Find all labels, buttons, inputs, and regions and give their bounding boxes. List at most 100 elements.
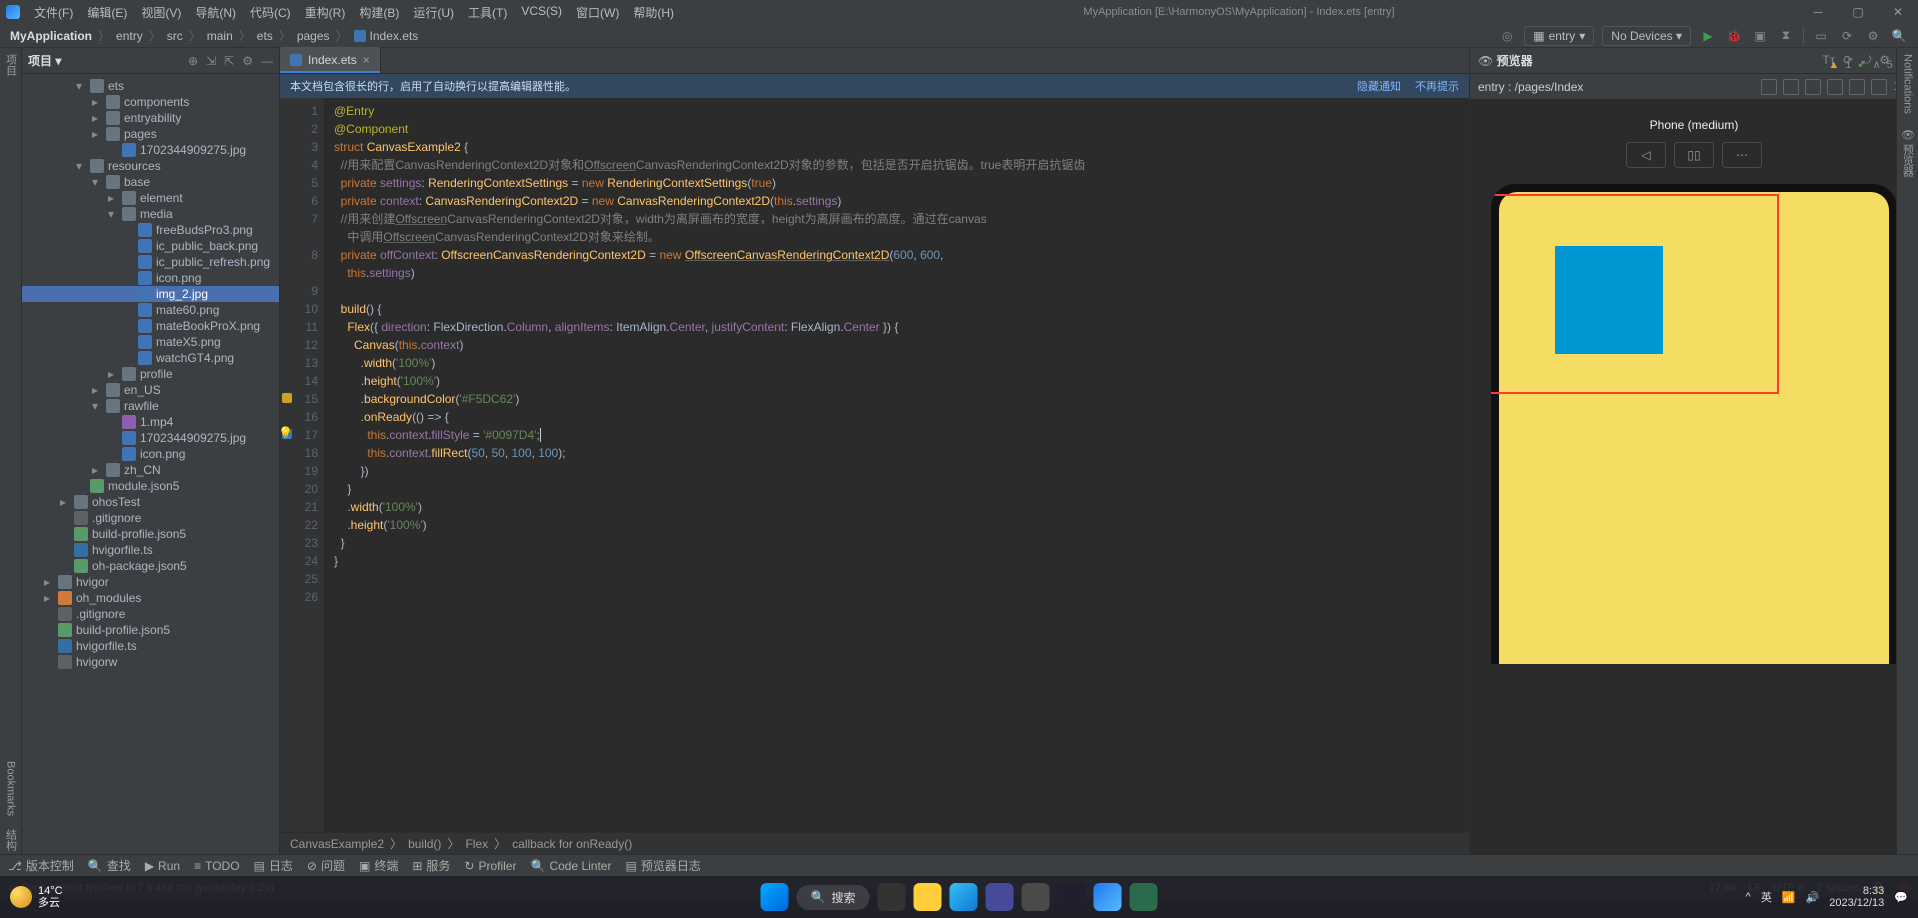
tree-node[interactable]: freeBudsPro3.png	[22, 222, 279, 238]
datagrip-icon[interactable]	[1129, 883, 1157, 911]
menu-view[interactable]: 视图(V)	[135, 4, 187, 21]
structure-stripe-button[interactable]: 结构	[3, 829, 19, 854]
terminal-icon[interactable]	[1021, 883, 1049, 911]
tree-node[interactable]: ▾media	[22, 206, 279, 222]
menu-file[interactable]: 文件(F)	[28, 4, 79, 21]
tree-node[interactable]: ▾base	[22, 174, 279, 190]
crumb-struct[interactable]: CanvasExample2	[290, 837, 384, 851]
bottom-todo[interactable]: ≡TODO	[194, 859, 239, 873]
tree-node[interactable]: ▸pages	[22, 126, 279, 142]
bottom-services[interactable]: ⊞服务	[412, 857, 450, 874]
tray-volume-icon[interactable]: 🔊	[1806, 891, 1820, 904]
bottom-run[interactable]: ▶Run	[145, 859, 180, 873]
previewer-stripe-button[interactable]: 👁 预览器	[1900, 127, 1916, 180]
tree-node[interactable]: ic_public_refresh.png	[22, 254, 279, 270]
tree-node[interactable]: mateX5.png	[22, 334, 279, 350]
project-tree[interactable]: ▾ets▸components▸entryability▸pages 17023…	[22, 74, 279, 854]
tray-chevron-icon[interactable]: ^	[1746, 891, 1751, 903]
menu-navigate[interactable]: 导航(N)	[189, 4, 242, 21]
tree-node[interactable]: img_2.jpg	[22, 286, 279, 302]
breadcrumb[interactable]: MyApplication 〉 entry 〉 src 〉 main 〉 ets…	[10, 27, 418, 44]
tree-node[interactable]: 1702344909275.jpg	[22, 142, 279, 158]
breadcrumb-ets[interactable]: ets	[257, 29, 273, 43]
collapse-all-icon[interactable]: ⇱	[224, 54, 234, 68]
system-tray[interactable]: ^ 英 📶 🔊 8:33 2023/12/13 💬	[1746, 885, 1908, 909]
tab-close-icon[interactable]: ×	[363, 53, 370, 67]
code-editor[interactable]: 1234567891011121314151617181920212223242…	[280, 98, 1469, 832]
devices-dropdown[interactable]: No Devices ▾	[1602, 26, 1691, 46]
banner-dismiss-link[interactable]: 不再提示	[1415, 78, 1459, 94]
target-icon[interactable]: ◎	[1498, 27, 1516, 45]
project-stripe-button[interactable]: 项目	[3, 54, 19, 79]
crumb-flex[interactable]: Flex	[465, 837, 488, 851]
device-manager-icon[interactable]: ▭	[1812, 27, 1830, 45]
editor-tab-index[interactable]: Index.ets ×	[280, 47, 381, 73]
bottom-codelinter[interactable]: 🔍Code Linter	[530, 859, 611, 873]
device-back-button[interactable]: ◁	[1626, 142, 1666, 168]
tree-node[interactable]: build-profile.json5	[22, 622, 279, 638]
editor-tabs[interactable]: Index.ets ×	[280, 48, 1469, 74]
edge-icon[interactable]	[949, 883, 977, 911]
tree-node[interactable]: 1.mp4	[22, 414, 279, 430]
store-icon[interactable]	[985, 883, 1013, 911]
taskview-icon[interactable]	[877, 883, 905, 911]
tree-node[interactable]: ▸entryability	[22, 110, 279, 126]
bottom-previewlog[interactable]: ▤预览器日志	[625, 857, 700, 874]
settings-icon[interactable]: ⚙	[1864, 27, 1882, 45]
breadcrumb-entry[interactable]: entry	[116, 29, 143, 43]
tree-node[interactable]: ic_public_back.png	[22, 238, 279, 254]
coverage-button[interactable]: ▣	[1751, 27, 1769, 45]
tree-node[interactable]: icon.png	[22, 270, 279, 286]
bottom-profiler[interactable]: ↻Profiler	[464, 859, 516, 873]
select-opened-icon[interactable]: ⊕	[188, 54, 198, 68]
tree-node[interactable]: 1702344909275.jpg	[22, 430, 279, 446]
tree-node[interactable]: ▸zh_CN	[22, 462, 279, 478]
intention-bulb-icon[interactable]: 💡	[278, 426, 293, 440]
vscode-icon[interactable]	[1057, 883, 1085, 911]
tool-settings-icon[interactable]: ⚙	[242, 54, 253, 68]
tree-node[interactable]: watchGT4.png	[22, 350, 279, 366]
taskbar-search[interactable]: 🔍 搜索	[797, 885, 870, 910]
tree-node[interactable]: oh-package.json5	[22, 558, 279, 574]
debug-button[interactable]: 🐞	[1725, 27, 1743, 45]
tree-node[interactable]: ▸profile	[22, 366, 279, 382]
tree-node[interactable]: ▸en_US	[22, 382, 279, 398]
tree-node[interactable]: ▸components	[22, 94, 279, 110]
window-close-button[interactable]: ✕	[1878, 0, 1918, 24]
tree-node[interactable]: mateBookProX.png	[22, 318, 279, 334]
hide-tool-icon[interactable]: —	[261, 54, 273, 68]
sync-icon[interactable]: ⟳	[1838, 27, 1856, 45]
bottom-problems[interactable]: ⊘问题	[307, 857, 345, 874]
tree-node[interactable]: hvigorw	[22, 654, 279, 670]
search-icon[interactable]: 🔍	[1890, 27, 1908, 45]
tree-node[interactable]: build-profile.json5	[22, 526, 279, 542]
tree-node[interactable]: icon.png	[22, 446, 279, 462]
zoom-icon[interactable]	[1827, 79, 1843, 95]
breadcrumb-root[interactable]: MyApplication	[10, 29, 92, 43]
code-content[interactable]: @Entry@Componentstruct CanvasExample2 { …	[324, 98, 1469, 832]
fit-icon[interactable]	[1805, 79, 1821, 95]
crumb-callback[interactable]: callback for onReady()	[512, 837, 632, 851]
bottom-log[interactable]: ▤日志	[254, 857, 293, 874]
tree-node[interactable]: mate60.png	[22, 302, 279, 318]
tray-notifications-icon[interactable]: 💬	[1894, 891, 1908, 904]
menu-run[interactable]: 运行(U)	[407, 4, 460, 21]
bottom-terminal[interactable]: ▣终端	[359, 857, 398, 874]
taskbar-weather[interactable]: 14°C 多云	[10, 885, 63, 909]
tree-node[interactable]: hvigorfile.ts	[22, 638, 279, 654]
menu-window[interactable]: 窗口(W)	[570, 4, 625, 21]
bookmarks-stripe-button[interactable]: Bookmarks	[5, 761, 17, 819]
tree-node[interactable]: ▾ets	[22, 78, 279, 94]
color-mode-icon[interactable]	[1761, 79, 1777, 95]
tree-node[interactable]: .gitignore	[22, 510, 279, 526]
tray-clock[interactable]: 8:33 2023/12/13	[1829, 885, 1884, 909]
grid-icon[interactable]	[1783, 79, 1799, 95]
tree-node[interactable]: ▸hvigor	[22, 574, 279, 590]
window-minimize-button[interactable]: ─	[1798, 0, 1838, 24]
tree-node[interactable]: ▸oh_modules	[22, 590, 279, 606]
inspect-icon[interactable]	[1849, 79, 1865, 95]
window-maximize-button[interactable]: ▢	[1838, 0, 1878, 24]
deveco-icon[interactable]	[1093, 883, 1121, 911]
tree-node[interactable]: ▾resources	[22, 158, 279, 174]
device-more-button[interactable]: ⋯	[1722, 142, 1762, 168]
